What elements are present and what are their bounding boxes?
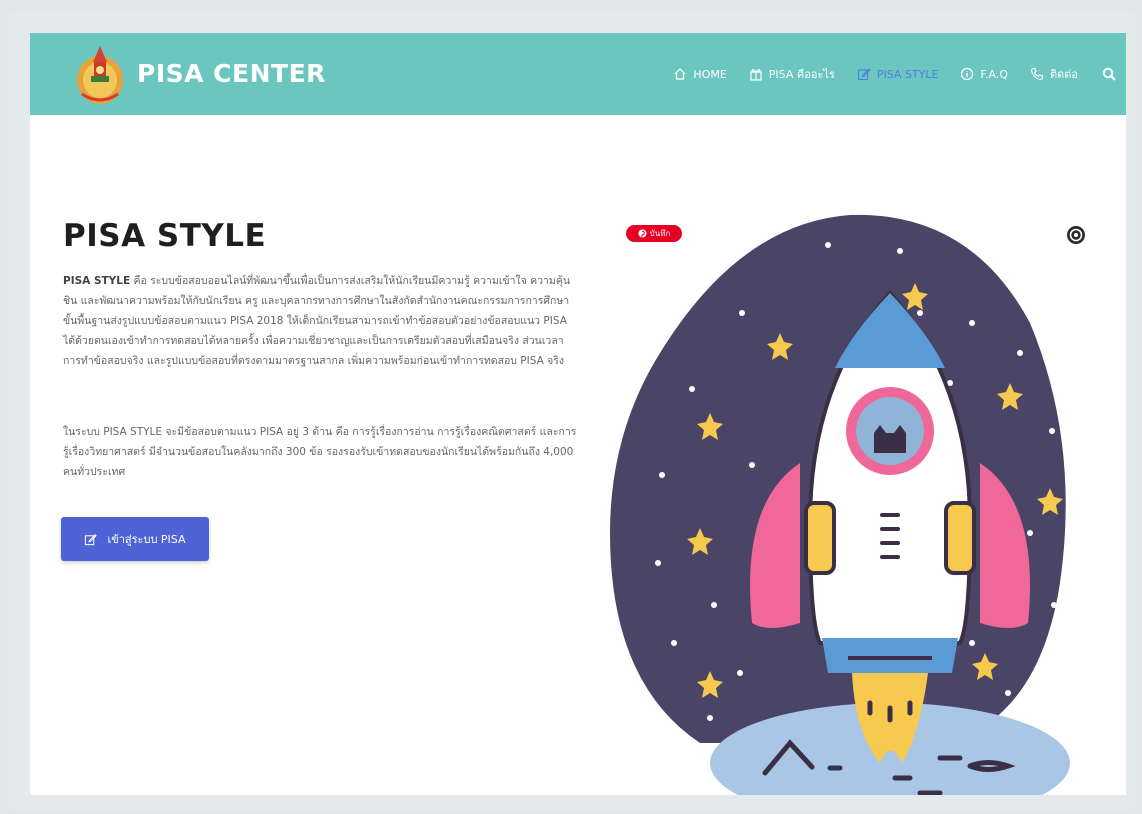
brand-name[interactable]: PISA CENTER (137, 59, 326, 88)
description-lead: PISA STYLE (63, 275, 131, 287)
phone-icon (1030, 67, 1044, 81)
info-icon (961, 67, 974, 81)
search-button[interactable] (1102, 67, 1116, 81)
nav-item-label: HOME (693, 67, 727, 81)
description-paragraph-1: PISA STYLE คือ ระบบข้อสอบออนไลน์ที่พัฒนา… (63, 271, 578, 371)
edit-icon (85, 533, 98, 545)
nav-item-label: PISA STYLE (876, 67, 939, 81)
description-paragraph-2: ในระบบ PISA STYLE จะมีข้อสอบตามแนว PISA … (63, 426, 577, 478)
edit-icon (857, 68, 871, 81)
gift-icon (750, 68, 762, 81)
page: PISA CENTER HOME PISA คืออะไร PISA STYLE… (30, 33, 1126, 795)
nav-item-pisa-style[interactable]: PISA STYLE (857, 67, 939, 81)
nav-item-label: ติดต่อ (1049, 68, 1078, 81)
description-text: คือ ระบบข้อสอบออนไลน์ที่พัฒนาขึ้นเพื่อเป… (63, 275, 571, 367)
home-icon (674, 68, 686, 80)
nav-item-contact[interactable]: ติดต่อ (1030, 65, 1078, 83)
school-emblem-logo[interactable] (74, 40, 126, 106)
nav-item-label: PISA คืออะไร (768, 68, 835, 81)
nav-item-label: F.A.Q (980, 67, 1008, 81)
nav-item-faq[interactable]: F.A.Q (960, 67, 1008, 81)
search-icon (1102, 67, 1116, 81)
navbar: PISA CENTER HOME PISA คืออะไร PISA STYLE… (30, 33, 1126, 115)
nav-item-about[interactable]: PISA คืออะไร (749, 65, 835, 83)
main-menu: HOME PISA คืออะไร PISA STYLE F.A.Q ติดต่… (651, 33, 1116, 115)
enter-pisa-label: เข้าสู่ระบบ PISA (107, 533, 186, 546)
rocket-illustration (610, 214, 1070, 795)
nav-item-home[interactable]: HOME (673, 67, 727, 81)
enter-pisa-button[interactable]: เข้าสู่ระบบ PISA (61, 517, 209, 561)
page-title: PISA STYLE (63, 218, 267, 254)
